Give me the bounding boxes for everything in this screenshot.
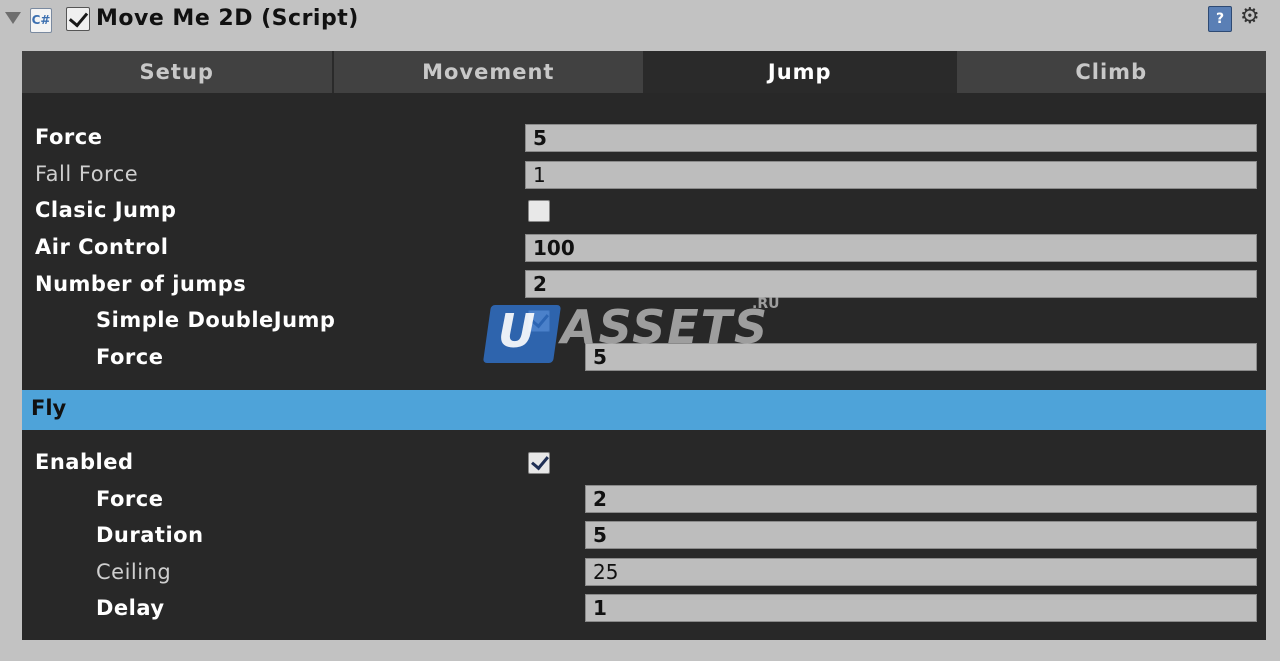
fly-ceiling-label: Ceiling <box>96 560 172 584</box>
watermark-suffix: .RU <box>752 296 780 312</box>
clasic-jump-checkbox[interactable] <box>528 200 550 222</box>
fly-ceiling-field[interactable]: 25 <box>585 558 1257 586</box>
force-field[interactable]: 5 <box>525 124 1257 152</box>
number-of-jumps-label: Number of jumps <box>35 272 247 296</box>
tab-jump[interactable]: Jump <box>645 51 957 93</box>
component-title: Move Me 2D (Script) <box>96 6 359 31</box>
checkmark-icon <box>531 451 549 471</box>
tab-climb[interactable]: Climb <box>956 51 1266 93</box>
watermark-logo-letter: U <box>498 304 536 358</box>
component-header: C# Move Me 2D (Script) ? ⚙ <box>0 0 1280 42</box>
fall-force-label: Fall Force <box>35 162 139 186</box>
number-of-jumps-field[interactable]: 2 <box>525 270 1257 298</box>
fly-duration-label: Duration <box>96 523 204 547</box>
checkmark-icon <box>68 7 89 28</box>
fly-enabled-checkbox[interactable] <box>528 451 550 474</box>
fly-delay-field[interactable]: 1 <box>585 594 1257 622</box>
watermark-text: ASSETS <box>561 300 770 354</box>
component-enabled-checkbox[interactable] <box>66 7 90 31</box>
fly-duration-field[interactable]: 5 <box>585 521 1257 549</box>
fly-section-title: Fly <box>31 396 67 420</box>
double-jump-force-label: Force <box>96 345 164 369</box>
air-control-field[interactable]: 100 <box>525 234 1257 262</box>
simple-double-jump-label: Simple DoubleJump <box>96 308 336 332</box>
tab-movement[interactable]: Movement <box>333 51 645 93</box>
fly-delay-label: Delay <box>96 596 165 620</box>
csharp-script-icon: C# <box>30 8 52 33</box>
fly-enabled-label: Enabled <box>35 450 134 474</box>
tab-setup[interactable]: Setup <box>22 51 334 93</box>
fly-section-header[interactable]: Fly <box>22 390 1266 430</box>
fall-force-field[interactable]: 1 <box>525 161 1257 189</box>
clasic-jump-label: Clasic Jump <box>35 198 177 222</box>
tab-bar: Setup Movement Jump Climb <box>22 51 1266 93</box>
fly-force-field[interactable]: 2 <box>585 485 1257 513</box>
force-label: Force <box>35 125 103 149</box>
fly-force-label: Force <box>96 487 164 511</box>
foldout-arrow-icon[interactable] <box>5 12 21 24</box>
help-book-icon[interactable]: ? <box>1208 6 1232 32</box>
gear-icon[interactable]: ⚙ <box>1240 4 1260 29</box>
air-control-label: Air Control <box>35 235 169 259</box>
